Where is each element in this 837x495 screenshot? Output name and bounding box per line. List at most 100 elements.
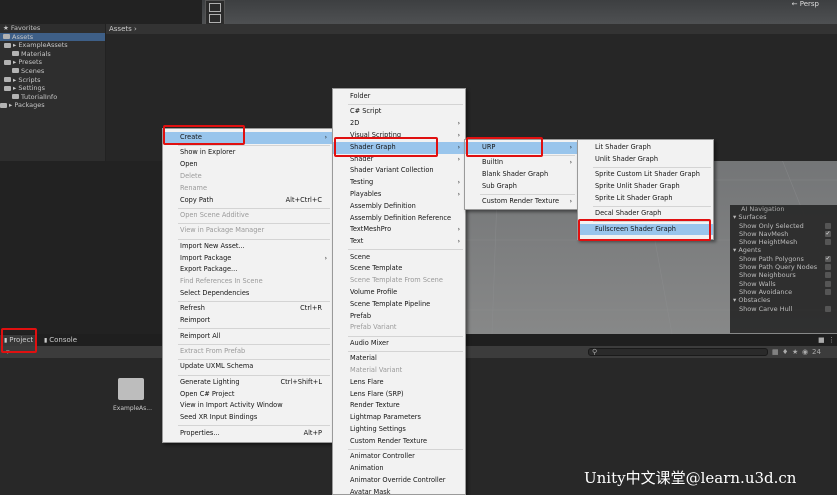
ai-nav-option-show-navmesh[interactable]: Show NavMesh ✓ [730, 230, 837, 238]
menu-item-import-package[interactable]: Import Package › [163, 253, 332, 265]
checkbox[interactable] [825, 222, 831, 229]
menu-item-animator-override-controller[interactable]: Animator Override Controller [333, 475, 465, 487]
ai-nav-section-header[interactable]: ▾ Surfaces [730, 213, 837, 221]
sidebar-item-materials[interactable]: Materials [0, 50, 105, 59]
menu-item-builtin[interactable]: BuiltIn › [465, 157, 577, 169]
menu-item-update-uxml-schema[interactable]: Update UXML Schema [163, 361, 332, 373]
ai-nav-section-header[interactable]: ▾ Agents [730, 246, 837, 254]
menu-item-avatar-mask[interactable]: Avatar Mask [333, 487, 465, 495]
menu-item-label: Delete [180, 172, 202, 180]
checkbox[interactable] [825, 239, 831, 246]
menu-item-reimport-all[interactable]: Reimport All [163, 331, 332, 343]
menu-item-generate-lighting[interactable]: Generate Lighting Ctrl+Shift+L [163, 377, 332, 389]
menu-item-shader-variant-collection[interactable]: Shader Variant Collection [333, 165, 465, 177]
menu-item-sprite-lit-shader-graph[interactable]: Sprite Lit Shader Graph [578, 193, 713, 205]
persp-label[interactable]: ← Persp [792, 0, 819, 8]
checkbox[interactable] [825, 272, 831, 279]
menu-item-prefab[interactable]: Prefab [333, 311, 465, 323]
menu-item-volume-profile[interactable]: Volume Profile [333, 287, 465, 299]
menu-item-lit-shader-graph[interactable]: Lit Shader Graph [578, 142, 713, 154]
ai-nav-option-show-only-selected[interactable]: Show Only Selected [730, 222, 837, 230]
menu-item-open-c-project[interactable]: Open C# Project [163, 389, 332, 401]
menu-item-scene-template[interactable]: Scene Template [333, 263, 465, 275]
menu-item-scene-template-pipeline[interactable]: Scene Template Pipeline [333, 299, 465, 311]
ai-nav-option-show-path-polygons[interactable]: Show Path Polygons ✓ [730, 255, 837, 263]
sidebar-item-exampleassets[interactable]: ▸ ExampleAssets [0, 41, 105, 50]
menu-item-textmeshpro[interactable]: TextMeshPro › [333, 224, 465, 236]
menu-item-export-package[interactable]: Export Package... [163, 264, 332, 276]
ai-nav-option-show-neighbours[interactable]: Show Neighbours [730, 271, 837, 279]
rect-tool-icon[interactable] [209, 3, 221, 12]
breadcrumb[interactable]: Assets › [106, 24, 837, 34]
menu-item-custom-render-texture[interactable]: Custom Render Texture › [465, 196, 577, 208]
menu-item-open[interactable]: Open [163, 159, 332, 171]
menu-item-playables[interactable]: Playables › [333, 189, 465, 201]
favorites-icon[interactable]: ★ [792, 348, 800, 356]
menu-item-assembly-definition-reference[interactable]: Assembly Definition Reference [333, 213, 465, 225]
sidebar-item-settings[interactable]: ▸ Settings [0, 84, 105, 93]
menu-item-copy-path[interactable]: Copy Path Alt+Ctrl+C [163, 195, 332, 207]
menu-item-sub-graph[interactable]: Sub Graph [465, 181, 577, 193]
transform-tool-icon[interactable] [209, 14, 221, 23]
menu-item-import-new-asset[interactable]: Import New Asset... [163, 241, 332, 253]
menu-item-blank-shader-graph[interactable]: Blank Shader Graph [465, 169, 577, 181]
menu-item-folder[interactable]: Folder [333, 91, 465, 103]
sidebar-item-assets[interactable]: Assets [0, 32, 105, 42]
menu-item-lens-flare[interactable]: Lens Flare [333, 377, 465, 389]
checkbox[interactable] [825, 305, 831, 312]
sidebar-item-packages[interactable]: ▸ Packages [0, 101, 105, 110]
menu-item-scene[interactable]: Scene [333, 252, 465, 264]
menu-item-lens-flare-srp[interactable]: Lens Flare (SRP) [333, 389, 465, 401]
menu-item-render-texture[interactable]: Render Texture [333, 400, 465, 412]
sidebar-item-favorites[interactable]: ★ Favorites [0, 24, 105, 33]
tab-console[interactable]: ▮ Console [40, 335, 81, 346]
sidebar-item-scripts[interactable]: ▸ Scripts [0, 76, 105, 85]
search-input[interactable] [588, 348, 768, 356]
more-menu-icon[interactable]: ⋮ [828, 336, 836, 344]
checkbox[interactable] [825, 264, 831, 271]
menu-item-label: Refresh [180, 304, 205, 313]
asset-tile[interactable]: ExampleAs... [113, 378, 152, 412]
menu-item-c-script[interactable]: C# Script [333, 106, 465, 118]
scene-tool-strip[interactable] [205, 0, 225, 26]
ai-nav-option-show-avoidance[interactable]: Show Avoidance [730, 288, 837, 296]
menu-item-lightmap-parameters[interactable]: Lightmap Parameters [333, 412, 465, 424]
menu-item-testing[interactable]: Testing › [333, 177, 465, 189]
ai-nav-option-show-heightmesh[interactable]: Show HeightMesh [730, 238, 837, 246]
menu-item-reimport[interactable]: Reimport [163, 315, 332, 327]
menu-item-show-in-explorer[interactable]: Show in Explorer [163, 147, 332, 159]
ai-nav-option-show-path-query-nodes[interactable]: Show Path Query Nodes [730, 263, 837, 271]
menu-item-assembly-definition[interactable]: Assembly Definition [333, 201, 465, 213]
sidebar-item-presets[interactable]: ▸ Presets [0, 58, 105, 67]
filter-type-icon[interactable]: ▦ [772, 348, 780, 356]
hidden-packages-icon[interactable]: ◉ [802, 348, 810, 356]
menu-item-sprite-custom-lit-shader-graph[interactable]: Sprite Custom Lit Shader Graph [578, 169, 713, 181]
menu-item-unlit-shader-graph[interactable]: Unlit Shader Graph [578, 154, 713, 166]
checkbox[interactable]: ✓ [825, 230, 831, 237]
menu-item-properties[interactable]: Properties... Alt+P [163, 428, 332, 440]
ai-nav-option-show-carve-hull[interactable]: Show Carve Hull [730, 305, 837, 313]
ai-nav-option-show-walls[interactable]: Show Walls [730, 280, 837, 288]
menu-item-seed-xr-input-bindings[interactable]: Seed XR Input Bindings [163, 412, 332, 424]
checkbox[interactable] [825, 280, 831, 287]
menu-item-2d[interactable]: 2D › [333, 118, 465, 130]
menu-item-lighting-settings[interactable]: Lighting Settings [333, 424, 465, 436]
menu-item-audio-mixer[interactable]: Audio Mixer [333, 338, 465, 350]
menu-item-view-in-import-activity-window[interactable]: View in Import Activity Window [163, 400, 332, 412]
menu-item-text[interactable]: Text › [333, 236, 465, 248]
menu-item-material[interactable]: Material [333, 353, 465, 365]
ai-navigation-overlay[interactable]: AI Navigation ▾ Surfaces Show Only Select… [730, 205, 837, 333]
sidebar-item-tutorialinfo[interactable]: TutorialInfo [0, 93, 105, 102]
menu-item-animator-controller[interactable]: Animator Controller [333, 451, 465, 463]
menu-item-select-dependencies[interactable]: Select Dependencies [163, 288, 332, 300]
checkbox[interactable]: ✓ [825, 255, 831, 262]
menu-item-custom-render-texture[interactable]: Custom Render Texture [333, 436, 465, 448]
sidebar-item-scenes[interactable]: Scenes [0, 67, 105, 76]
ai-nav-section-header[interactable]: ▾ Obstacles [730, 296, 837, 304]
menu-item-refresh[interactable]: Refresh Ctrl+R [163, 303, 332, 315]
checkbox[interactable] [825, 288, 831, 295]
lock-icon[interactable]: ■ [818, 336, 826, 344]
filter-label-icon[interactable]: ♦ [782, 348, 790, 356]
menu-item-sprite-unlit-shader-graph[interactable]: Sprite Unlit Shader Graph [578, 181, 713, 193]
menu-item-animation[interactable]: Animation [333, 463, 465, 475]
